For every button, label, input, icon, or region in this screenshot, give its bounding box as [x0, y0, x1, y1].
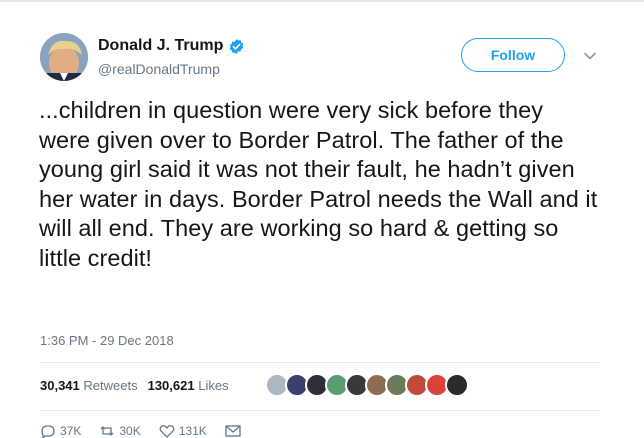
window-top-border: [0, 0, 644, 2]
tweet-timestamp[interactable]: 1:36 PM - 29 Dec 2018: [40, 333, 174, 348]
retweets-count: 30,341: [40, 378, 80, 393]
avatar[interactable]: [40, 33, 88, 81]
divider: [40, 362, 600, 363]
user-name[interactable]: Donald J. Trump: [98, 37, 245, 55]
message-action[interactable]: [225, 424, 241, 438]
reply-icon: [41, 425, 55, 438]
liker-avatars: [265, 373, 469, 397]
divider: [40, 410, 600, 411]
retweets-stat[interactable]: 30,341 Retweets: [40, 378, 138, 393]
user-handle[interactable]: @realDonaldTrump: [98, 61, 220, 77]
retweets-label: Retweets: [83, 378, 138, 393]
verified-badge-icon: [230, 38, 244, 54]
retweet-action[interactable]: 30K: [99, 424, 141, 438]
avatar-image: [40, 33, 88, 81]
like-count: 131K: [178, 424, 207, 438]
chevron-down-icon[interactable]: [582, 48, 598, 64]
reply-count: 37K: [60, 424, 82, 438]
envelope-icon: [225, 425, 241, 437]
likes-label: Likes: [198, 378, 229, 393]
retweet-icon: [100, 426, 114, 436]
liker-avatar[interactable]: [445, 373, 469, 397]
tweet-text: ...children in question were very sick b…: [39, 97, 598, 271]
likes-stat[interactable]: 130,621 Likes: [148, 378, 229, 393]
retweet-count: 30K: [119, 424, 141, 438]
like-action[interactable]: 131K: [159, 424, 207, 438]
user-name-text[interactable]: Donald J. Trump: [98, 37, 223, 55]
heart-icon: [159, 425, 175, 438]
likes-count: 130,621: [147, 378, 195, 393]
tweet-stats: 30,341 Retweets 130,621 Likes: [40, 378, 229, 393]
follow-button[interactable]: Follow: [461, 38, 565, 72]
reply-action[interactable]: 37K: [40, 424, 81, 438]
tweet-actions: 37K 30K 131K: [40, 424, 241, 438]
